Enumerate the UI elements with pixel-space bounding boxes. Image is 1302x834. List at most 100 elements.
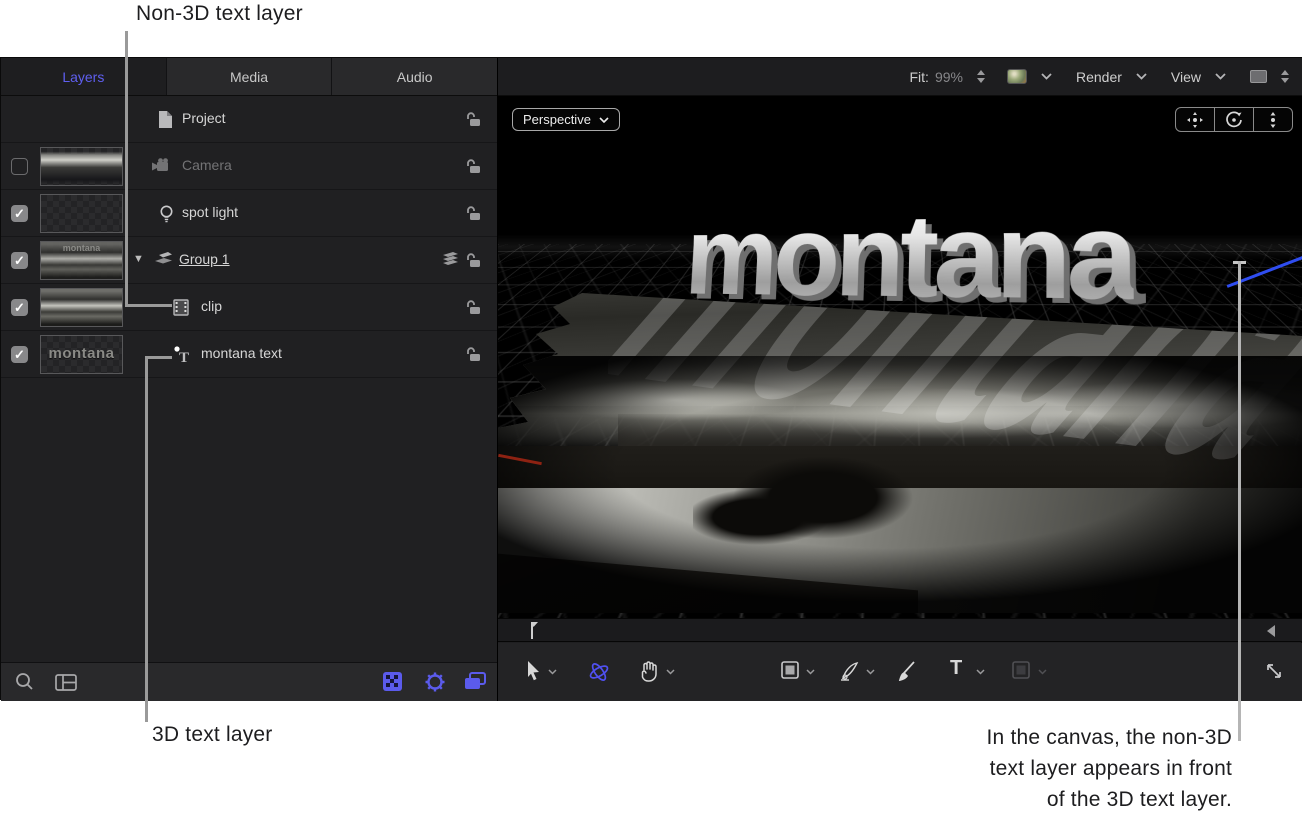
layer-name: Project — [182, 110, 226, 126]
camera-menu-button[interactable]: Perspective — [512, 108, 620, 131]
timeline-end-marker[interactable] — [1267, 625, 1275, 637]
render-menu[interactable]: Render — [1076, 69, 1122, 85]
tab-media[interactable]: Media — [166, 58, 332, 95]
chevron-down-icon[interactable] — [976, 669, 985, 675]
document-icon — [158, 111, 173, 128]
camera-icon — [151, 158, 173, 173]
unlock-icon[interactable] — [465, 111, 481, 127]
thumbnail-text: montana — [41, 345, 122, 362]
layer-list: Project Camera ✓ — [1, 96, 497, 378]
chevron-down-icon — [1215, 73, 1226, 80]
chevron-down-icon[interactable] — [548, 669, 557, 675]
canvas-column: Fit: 99% Render View montana montana — [498, 58, 1302, 701]
light-bulb-icon — [159, 205, 174, 224]
layout-stepper[interactable] — [1281, 70, 1289, 83]
bezier-pen-tool[interactable] — [840, 661, 860, 681]
layer-thumbnail[interactable] — [40, 194, 123, 233]
chevron-down-icon[interactable] — [666, 669, 675, 675]
mini-timeline[interactable] — [498, 618, 1302, 642]
layer-name: clip — [201, 298, 222, 314]
canvas-tools-bar: T — [498, 643, 1302, 701]
fit-label: Fit: — [910, 69, 929, 85]
chevron-down-icon — [1136, 73, 1147, 80]
unlock-icon[interactable] — [465, 158, 481, 174]
canvas-viewport[interactable]: montana montana montana Perspective — [498, 96, 1302, 618]
visibility-checkbox[interactable]: ✓ — [11, 299, 28, 316]
expand-view-icon[interactable] — [1264, 661, 1284, 681]
annotation-line-canvas-vertical — [1238, 261, 1241, 741]
vignette — [498, 356, 1302, 618]
chevron-down-icon — [1038, 669, 1047, 675]
text-tool[interactable]: T — [950, 657, 962, 680]
checkerboard-icon[interactable] — [383, 672, 402, 691]
text-3d-icon: T — [173, 346, 191, 365]
motion-app-window: Layers Media Audio Project — [0, 57, 1302, 700]
annotation-caption: In the canvas, the non-3D text layer app… — [860, 722, 1232, 815]
disclosure-triangle[interactable]: ▼ — [133, 253, 144, 265]
zoom-stepper[interactable] — [977, 70, 985, 83]
panel-bottom-bar — [1, 662, 497, 701]
layer-thumbnail[interactable] — [40, 288, 123, 327]
tab-layers[interactable]: Layers — [1, 58, 166, 95]
layer-row-project[interactable]: Project — [1, 96, 497, 143]
layers-stack-icon[interactable] — [441, 252, 459, 268]
pan-view-button[interactable] — [1176, 108, 1214, 131]
search-icon[interactable] — [15, 672, 34, 691]
visibility-checkbox[interactable]: ✓ — [11, 205, 28, 222]
group-layers-icon — [154, 252, 173, 266]
layer-thumbnail[interactable]: montana — [40, 241, 123, 280]
layer-thumbnail[interactable] — [40, 147, 123, 186]
visibility-checkbox[interactable] — [11, 158, 28, 175]
layer-name: Group 1 — [179, 251, 230, 267]
visibility-checkbox[interactable]: ✓ — [11, 346, 28, 363]
pan-hand-tool[interactable] — [640, 661, 658, 682]
color-channel-swatch[interactable] — [1007, 69, 1027, 84]
chevron-down-icon[interactable] — [1041, 73, 1052, 80]
panel-tab-bar: Layers Media Audio — [1, 58, 497, 96]
layer-thumbnail[interactable]: montana — [40, 335, 123, 374]
layer-row-camera[interactable]: Camera — [1, 143, 497, 190]
chevron-down-icon[interactable] — [866, 669, 875, 675]
svg-text:T: T — [179, 350, 189, 365]
window-layout-icon[interactable] — [1250, 70, 1267, 83]
layer-name: Camera — [182, 157, 232, 173]
view-menu[interactable]: View — [1171, 69, 1201, 85]
annotation-non-3d-text-layer: Non-3D text layer — [136, 2, 303, 26]
filter-view-icon[interactable] — [55, 674, 77, 691]
transform-3d-tool[interactable] — [588, 661, 610, 683]
layer-name: montana text — [201, 345, 282, 361]
select-tool[interactable] — [526, 661, 541, 681]
unlock-icon[interactable] — [465, 346, 481, 362]
layer-row-spot-light[interactable]: ✓ spot light — [1, 190, 497, 237]
chevron-down-icon[interactable] — [806, 669, 815, 675]
unlock-icon[interactable] — [465, 299, 481, 315]
layer-name: spot light — [182, 204, 238, 220]
annotation-line-3d-elbow — [145, 356, 172, 359]
camera-menu-label: Perspective — [523, 112, 591, 127]
view-nav-tools — [1175, 107, 1293, 132]
mask-tool-disabled — [1012, 661, 1030, 679]
playhead-marker[interactable] — [530, 622, 540, 639]
thumbnail-text: montana — [41, 243, 122, 253]
layered-panes-icon[interactable] — [464, 672, 486, 691]
gear-icon[interactable] — [425, 672, 445, 692]
layer-row-clip[interactable]: ✓ clip — [1, 284, 497, 331]
shape-rect-tool[interactable] — [781, 661, 799, 679]
layers-panel: Layers Media Audio Project — [1, 58, 498, 701]
clip-layer-image: montana — [498, 96, 1302, 618]
zoom-value: 99% — [935, 69, 963, 85]
tab-audio[interactable]: Audio — [331, 58, 497, 95]
dolly-view-button[interactable] — [1253, 108, 1292, 131]
visibility-checkbox[interactable]: ✓ — [11, 252, 28, 269]
orbit-view-button[interactable] — [1214, 108, 1253, 131]
layer-row-montana-text[interactable]: ✓ montana T montana text — [1, 331, 497, 378]
annotation-line-non3d-elbow — [125, 304, 172, 307]
unlock-icon[interactable] — [465, 205, 481, 221]
unlock-icon[interactable] — [465, 252, 481, 268]
paint-brush-tool[interactable] — [898, 661, 916, 681]
layer-row-group-1[interactable]: ✓ montana ▼ Group 1 — [1, 237, 497, 284]
annotation-3d-text-layer: 3D text layer — [152, 723, 272, 747]
annotation-line-non3d-vertical — [125, 31, 128, 307]
canvas-toolbar: Fit: 99% Render View — [498, 58, 1302, 96]
annotation-line-3d-vertical — [145, 356, 148, 722]
